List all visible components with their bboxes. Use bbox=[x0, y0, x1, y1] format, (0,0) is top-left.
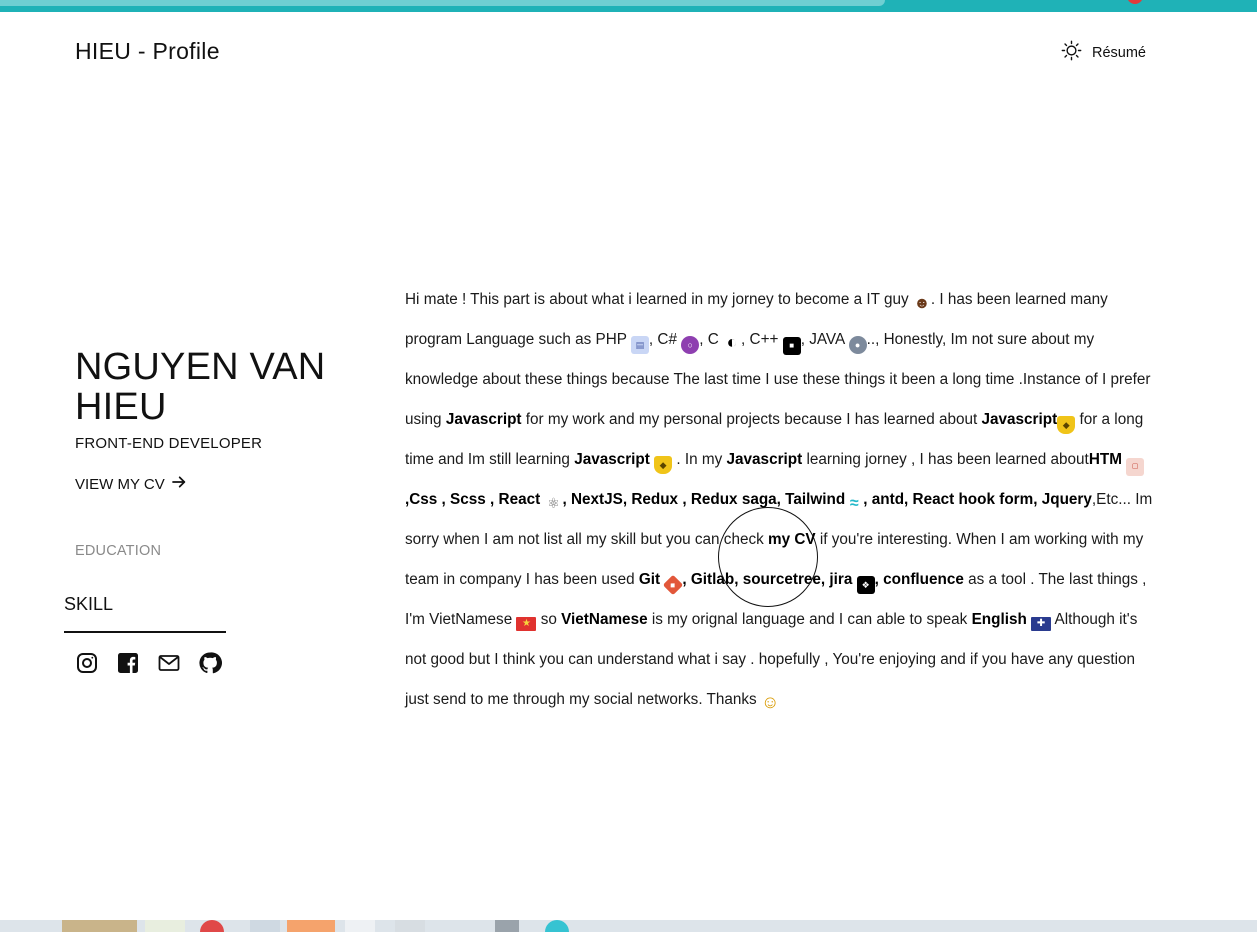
view-cv-label: VIEW MY CV bbox=[75, 475, 165, 493]
os-taskbar bbox=[0, 920, 1257, 932]
skill-highlight: Javascript bbox=[981, 411, 1058, 428]
c-icon: ◐ bbox=[726, 332, 738, 352]
taskbar-app-icon[interactable] bbox=[495, 920, 519, 932]
skill-highlight: Git bbox=[638, 571, 661, 588]
taskbar-app-icon[interactable] bbox=[250, 920, 280, 932]
react-icon: ⚛ bbox=[547, 495, 560, 511]
about-text: so bbox=[536, 611, 562, 628]
github-icon[interactable] bbox=[198, 651, 222, 675]
about-text: for my work and my personal projects bec… bbox=[521, 411, 982, 428]
taskbar-app-icon[interactable] bbox=[287, 920, 335, 932]
jira-icon: ❖ bbox=[856, 576, 875, 594]
php-icon: ▤ bbox=[630, 336, 649, 354]
vietnam-flag-icon: ★ bbox=[516, 617, 537, 631]
taskbar-app-icon[interactable] bbox=[395, 920, 425, 932]
resume-label: Résumé bbox=[1092, 44, 1146, 61]
uk-flag-icon: ✚ bbox=[1031, 617, 1052, 631]
skill-highlight: VietNamese bbox=[561, 611, 648, 628]
view-cv-link[interactable]: VIEW MY CV bbox=[75, 474, 187, 494]
site-brand[interactable]: HIEU - Profile bbox=[75, 38, 220, 65]
skill-highlight: ,Css , Scss , React bbox=[405, 491, 545, 508]
skill-highlight: Javascript bbox=[574, 451, 650, 468]
taskbar-app-icon[interactable] bbox=[200, 920, 224, 932]
about-text: , C++ bbox=[741, 331, 783, 348]
skill-highlight: Javascript bbox=[726, 451, 803, 468]
javascript-icon: ◆ bbox=[1057, 416, 1076, 434]
nav-skill[interactable]: SKILL bbox=[64, 594, 113, 615]
about-text: Hi mate ! This part is about what i lear… bbox=[405, 291, 913, 308]
nav-education[interactable]: EDUCATION bbox=[75, 543, 161, 559]
skill-highlight: , antd, React hook form, Jquery bbox=[863, 491, 1092, 508]
about-text: . In my bbox=[672, 451, 727, 468]
cpp-icon: ■ bbox=[782, 337, 801, 355]
tailwind-icon: ≈ bbox=[849, 495, 859, 512]
skill-highlight: Javascript bbox=[445, 411, 522, 428]
about-text: is my orignal language and I can able to… bbox=[647, 611, 972, 628]
guy-icon: ☻ bbox=[913, 295, 931, 312]
my-cv-highlight: my CV bbox=[768, 531, 816, 548]
skill-highlight: HTM bbox=[1088, 451, 1122, 468]
sun-icon bbox=[1061, 40, 1082, 65]
instagram-icon[interactable] bbox=[75, 651, 99, 675]
profile-name: NGUYEN VAN HIEU bbox=[75, 346, 326, 428]
loading-progress-bar bbox=[0, 0, 885, 6]
smile-icon: ☺ bbox=[760, 692, 780, 712]
skill-highlight: English bbox=[971, 611, 1027, 628]
taskbar-app-icon[interactable] bbox=[145, 920, 185, 932]
skill-highlight: , Gitlab, sourcetree, jira bbox=[682, 571, 857, 588]
csharp-icon: ○ bbox=[681, 336, 700, 354]
social-links bbox=[75, 651, 222, 675]
skill-highlight: , confluence bbox=[874, 571, 964, 588]
java-icon: ● bbox=[848, 336, 867, 354]
about-text: , C# bbox=[648, 331, 682, 348]
about-text: learning jorney , I has been learned abo… bbox=[802, 451, 1089, 468]
arrow-right-icon bbox=[171, 474, 187, 494]
browser-top-bar bbox=[0, 0, 1257, 12]
about-text: , C bbox=[699, 331, 724, 348]
notification-dot bbox=[1127, 0, 1143, 4]
html-icon: ▢ bbox=[1126, 458, 1145, 476]
about-text: , JAVA bbox=[800, 331, 849, 348]
taskbar-app-icon[interactable] bbox=[545, 920, 569, 932]
skill-active-underline bbox=[64, 631, 226, 633]
mail-icon[interactable] bbox=[157, 651, 181, 675]
profile-role: FRONT-END DEVELOPER bbox=[75, 435, 263, 452]
taskbar-app-icon[interactable] bbox=[345, 920, 375, 932]
resume-link[interactable]: Résumé bbox=[1061, 40, 1146, 65]
javascript-icon: ◆ bbox=[654, 456, 673, 474]
git-icon: ◆ bbox=[663, 574, 684, 596]
skill-highlight: , NextJS, Redux , Redux saga, Tailwind bbox=[562, 491, 846, 508]
taskbar-app-icon[interactable] bbox=[62, 920, 137, 932]
facebook-icon[interactable] bbox=[116, 651, 140, 675]
about-paragraph: Hi mate ! This part is about what i lear… bbox=[405, 280, 1155, 720]
